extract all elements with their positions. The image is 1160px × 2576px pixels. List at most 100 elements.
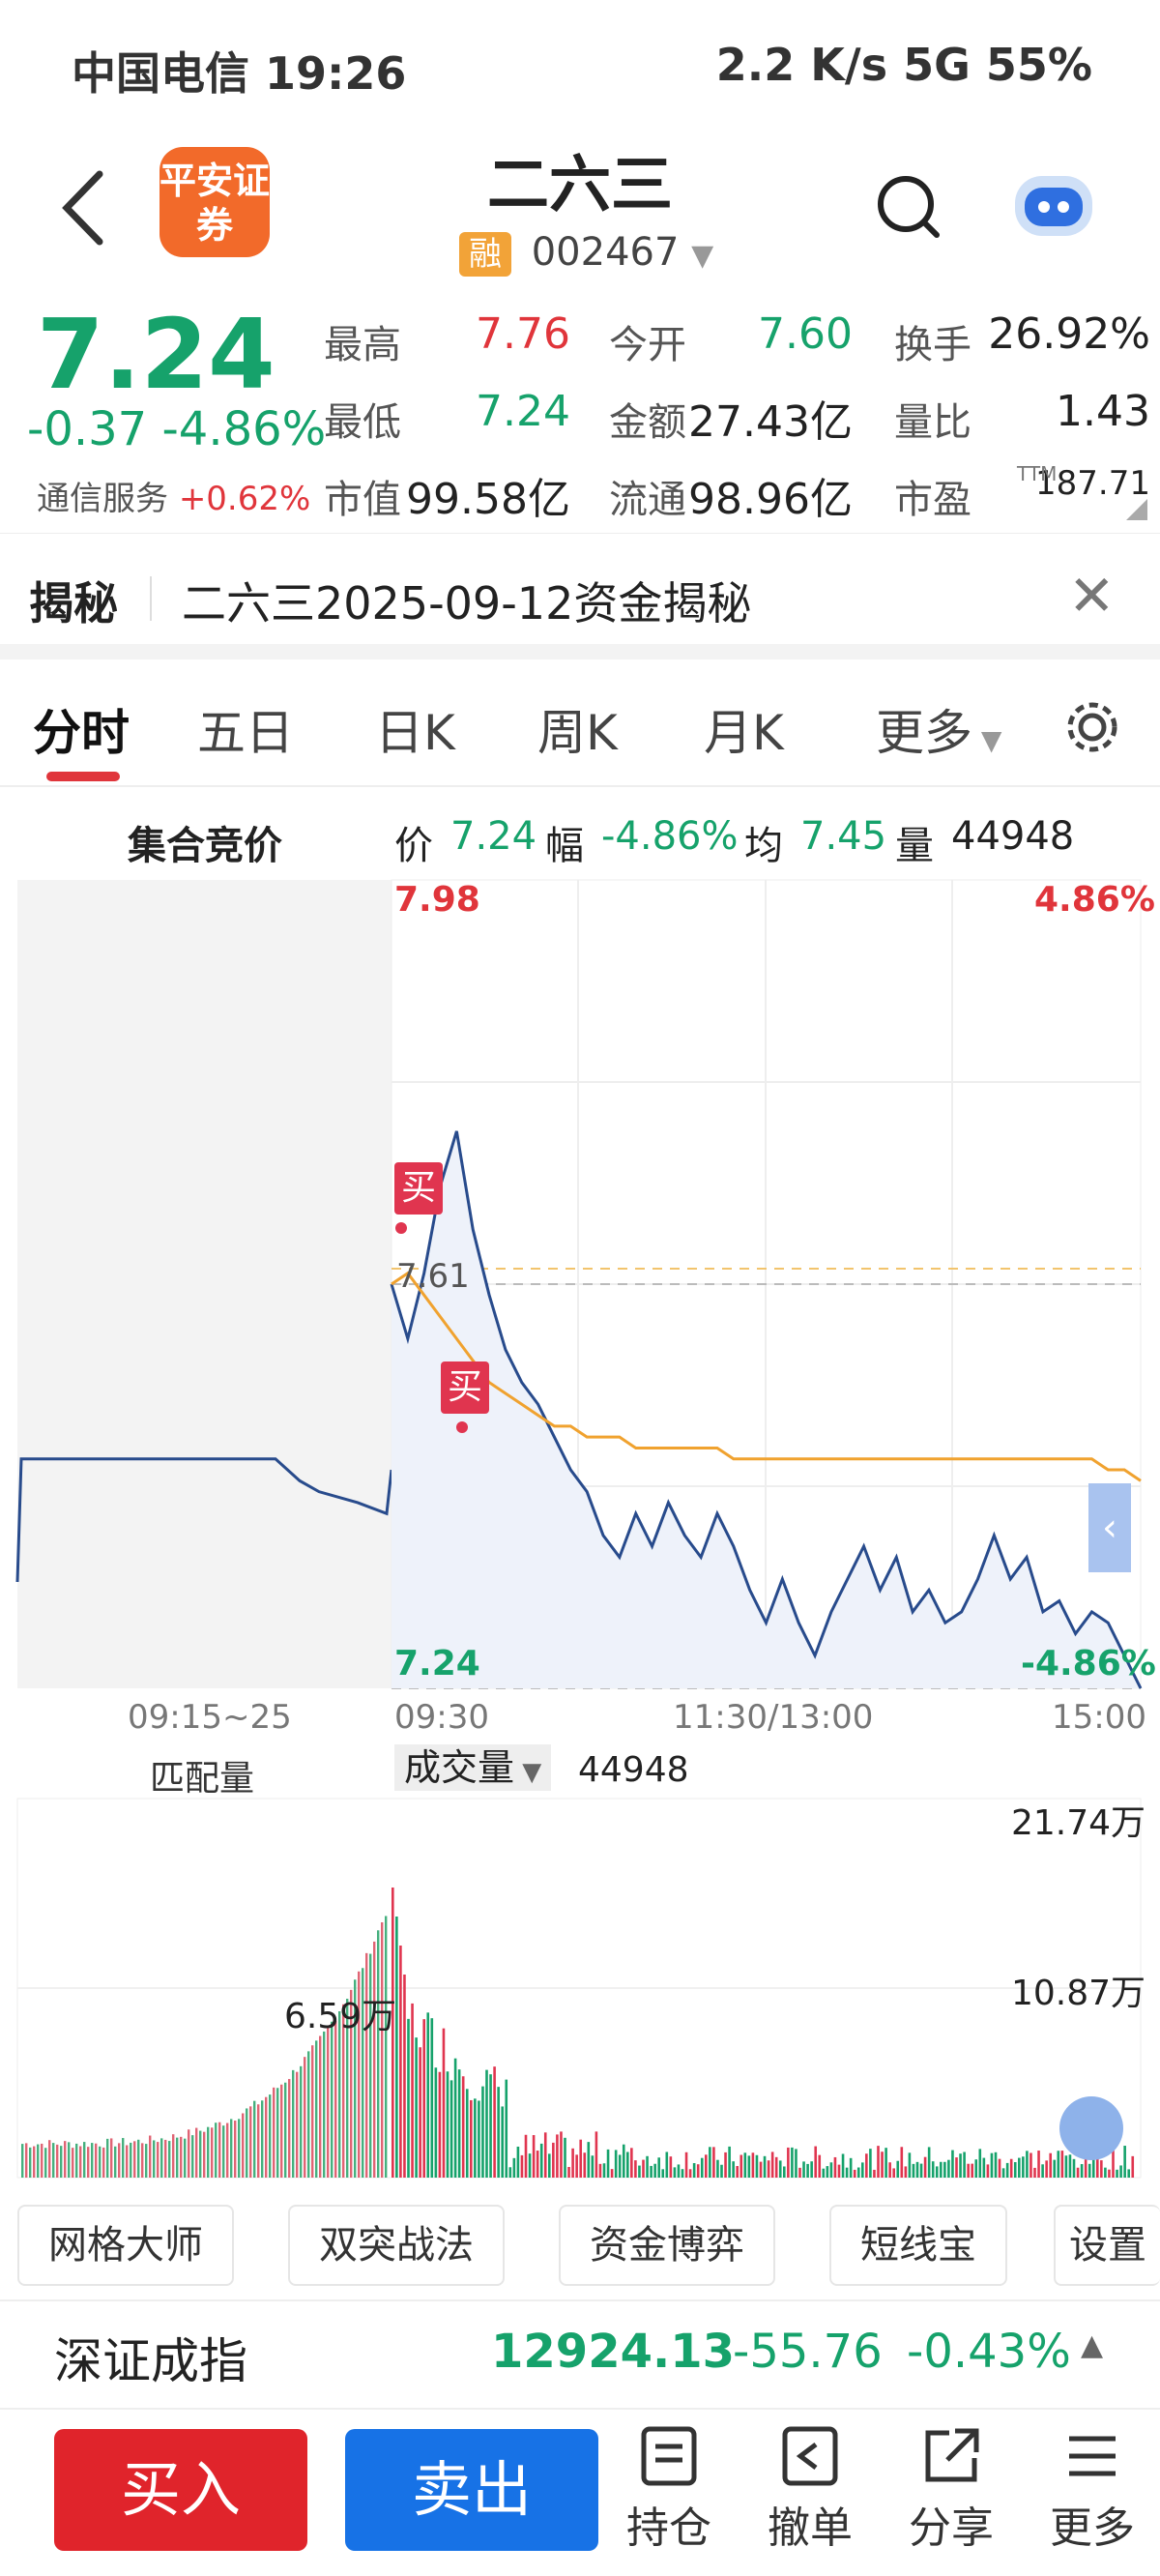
fullscreen-icon[interactable] bbox=[1059, 2096, 1123, 2160]
back-button[interactable] bbox=[53, 164, 121, 251]
vol-bar-131 bbox=[904, 2166, 908, 2178]
search-icon[interactable] bbox=[875, 169, 942, 247]
time-close: 15:00 bbox=[1052, 1698, 1146, 1737]
tab-monthly-k[interactable]: 月K bbox=[704, 694, 784, 764]
positions-button[interactable]: 持仓 bbox=[611, 2425, 727, 2555]
tab-more[interactable]: 更多 ▼ bbox=[876, 694, 1001, 764]
vol-bar-55 bbox=[606, 2149, 610, 2178]
vol-bar-122 bbox=[869, 2149, 872, 2178]
close-icon[interactable]: ✕ bbox=[1068, 563, 1116, 629]
share-icon bbox=[925, 2428, 979, 2482]
tool-grid-master[interactable]: 网格大师 bbox=[17, 2205, 234, 2286]
index-name: 深证成指 bbox=[54, 2333, 247, 2389]
vol-bar-153 bbox=[990, 2152, 994, 2178]
tab-weekly-k[interactable]: 周K bbox=[537, 694, 618, 764]
vol-bar-176 bbox=[1080, 2164, 1084, 2178]
tool-settings[interactable]: 设置 bbox=[1054, 2205, 1160, 2286]
vol-bar-41 bbox=[552, 2142, 555, 2178]
vol-bar-94 bbox=[759, 2161, 763, 2178]
auction-vol-bar-12 bbox=[68, 2142, 71, 2178]
vol-bar-144 bbox=[955, 2157, 958, 2178]
vol-bar-5 bbox=[411, 2003, 414, 2178]
reveal-text: 二六三2025-09-12资金揭秘 bbox=[182, 577, 752, 629]
auction-vol-bar-21 bbox=[102, 2147, 105, 2178]
carrier-time: 中国电信 19:26 bbox=[72, 47, 407, 100]
more-label: 更多 bbox=[1050, 2503, 1135, 2553]
auction-vol-bar-15 bbox=[79, 2146, 82, 2178]
vol-bar-39 bbox=[543, 2132, 547, 2178]
tab-daily-k[interactable]: 日K bbox=[375, 694, 455, 764]
tool-double-breakout[interactable]: 双突战法 bbox=[288, 2205, 505, 2286]
index-ticker[interactable]: 深证成指 12924.13 -55.76 -0.43% ▲ bbox=[0, 2299, 1160, 2406]
industry-info[interactable]: 通信服务 +0.62% bbox=[37, 472, 310, 519]
auction-vol-bar-64 bbox=[269, 2094, 272, 2178]
auction-vol-bar-8 bbox=[52, 2143, 55, 2178]
dropdown-icon: ▼ bbox=[691, 239, 714, 273]
auction-vol-bar-6 bbox=[44, 2148, 47, 2178]
vol-bar-16 bbox=[453, 2058, 457, 2178]
robot-assistant-icon[interactable] bbox=[1005, 162, 1102, 249]
tab-intraday[interactable]: 分时 bbox=[33, 694, 130, 764]
vol-bar-127 bbox=[888, 2162, 891, 2178]
more-button[interactable]: 更多 bbox=[1034, 2425, 1150, 2555]
auction-vol-bar-58 bbox=[246, 2108, 248, 2178]
tool-short-term[interactable]: 短线宝 bbox=[829, 2205, 1007, 2286]
buy-button[interactable]: 买入 bbox=[54, 2429, 307, 2551]
vol-bar-19 bbox=[465, 2089, 469, 2178]
quote-key-3: 最低 bbox=[324, 400, 401, 445]
buy-marker-2[interactable]: 买 bbox=[441, 1361, 489, 1414]
auction-vol-bar-5 bbox=[41, 2143, 44, 2178]
auction-vol-bar-4 bbox=[37, 2144, 40, 2178]
volume-selector[interactable]: 成交量 ▼ bbox=[394, 1744, 552, 1791]
vol-bar-182 bbox=[1104, 2167, 1107, 2178]
low-pct-label: -4.86% bbox=[1021, 1644, 1156, 1683]
vol-bar-87 bbox=[732, 2161, 735, 2178]
expand-up-icon[interactable]: ▲ bbox=[1081, 2328, 1103, 2362]
buy-marker-1[interactable]: 买 bbox=[394, 1162, 443, 1215]
sell-button[interactable]: 卖出 bbox=[345, 2429, 598, 2551]
vol-bar-171 bbox=[1060, 2151, 1064, 2178]
vol-bar-104 bbox=[798, 2167, 801, 2178]
capital-reveal-bar[interactable]: 揭秘 二六三2025-09-12资金揭秘 ✕ bbox=[0, 534, 1160, 659]
vol-bar-84 bbox=[720, 2164, 723, 2178]
vol-bar-90 bbox=[743, 2152, 747, 2178]
cancel-order-button[interactable]: 撤单 bbox=[752, 2425, 868, 2555]
vol-bar-133 bbox=[912, 2163, 915, 2178]
time-mid: 11:30/13:00 bbox=[673, 1698, 874, 1737]
auction-vol-bar-0 bbox=[21, 2144, 24, 2178]
vol-bar-132 bbox=[908, 2152, 912, 2178]
vol-bar-20 bbox=[470, 2099, 473, 2178]
vol-bar-110 bbox=[822, 2168, 826, 2178]
volume-max-label: 21.74万 bbox=[1011, 1803, 1146, 1843]
auction-vol-bar-65 bbox=[273, 2087, 276, 2178]
vol-bar-125 bbox=[881, 2152, 884, 2178]
share-button[interactable]: 分享 bbox=[893, 2425, 1009, 2555]
vol-bar-50 bbox=[587, 2142, 591, 2178]
auction-vol-bar-66 bbox=[276, 2088, 279, 2178]
auction-vol-bar-55 bbox=[234, 2121, 237, 2178]
vol-bar-158 bbox=[1009, 2158, 1013, 2178]
stock-code-row[interactable]: 融 002467 ▼ bbox=[459, 230, 713, 278]
vol-bar-116 bbox=[845, 2167, 849, 2178]
vol-bar-118 bbox=[853, 2169, 856, 2178]
ttm-label: TTM bbox=[1017, 462, 1058, 485]
broker-logo[interactable]: 平安证券 bbox=[160, 147, 270, 257]
vol-bar-115 bbox=[841, 2153, 845, 2178]
auction-label: 集合竞价 bbox=[128, 824, 282, 868]
vol-bar-36 bbox=[532, 2135, 536, 2178]
intraday-chart[interactable] bbox=[0, 870, 1160, 2185]
status-right: 2.2 K/s 5G 55% bbox=[715, 39, 1092, 91]
tab-five-day[interactable]: 五日 bbox=[197, 694, 294, 764]
vol-bar-181 bbox=[1100, 2160, 1103, 2178]
vol-bar-126 bbox=[884, 2148, 887, 2178]
margin-badge: 融 bbox=[459, 232, 511, 277]
vol-bar-14 bbox=[446, 2071, 450, 2178]
vol-bar-35 bbox=[528, 2153, 532, 2178]
vol-bar-21 bbox=[474, 2098, 477, 2178]
tool-capital-game[interactable]: 资金博弈 bbox=[559, 2205, 775, 2286]
collapse-panel-button[interactable]: ‹ bbox=[1088, 1483, 1131, 1572]
corner-arrow-icon[interactable] bbox=[1126, 499, 1147, 520]
intraday-chart-area[interactable]: 7.98 4.86% 7.61 7.24 -4.86% 09:15~25 09:… bbox=[0, 870, 1160, 2185]
settings-gear-icon[interactable] bbox=[1063, 698, 1121, 756]
vol-bar-146 bbox=[963, 2152, 966, 2178]
